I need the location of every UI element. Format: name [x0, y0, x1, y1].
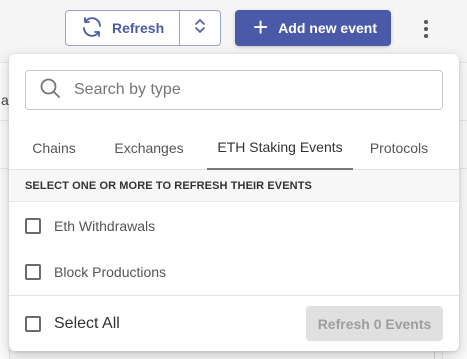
select-all-checkbox[interactable]: [25, 316, 41, 332]
eth-withdrawals-checkbox[interactable]: [25, 218, 41, 234]
app-stage: a Refresh + Add new event Search by type…: [0, 0, 467, 359]
events-toolbar: Refresh + Add new event: [65, 10, 391, 46]
more-options-icon[interactable]: [414, 17, 438, 41]
option-label: Block Productions: [54, 264, 167, 280]
refresh-button[interactable]: Refresh: [66, 11, 180, 45]
event-type-tabs: Chains Exchanges ETH Staking Events Prot…: [9, 126, 459, 170]
add-new-event-button[interactable]: + Add new event: [235, 10, 391, 46]
tab-chains[interactable]: Chains: [19, 126, 89, 170]
refresh-button-group: Refresh: [65, 10, 221, 46]
section-header: SELECT ONE OR MORE TO REFRESH THEIR EVEN…: [9, 170, 459, 202]
block-productions-checkbox[interactable]: [25, 264, 41, 280]
add-new-event-label: Add new event: [278, 20, 377, 36]
tab-protocols[interactable]: Protocols: [361, 126, 437, 170]
refresh-events-button[interactable]: Refresh 0 Events: [306, 306, 443, 341]
tab-exchanges[interactable]: Exchanges: [105, 126, 193, 170]
refresh-events-dropdown: Chains Exchanges ETH Staking Events Prot…: [9, 54, 459, 351]
expand-icon: [194, 17, 206, 40]
search-input[interactable]: [74, 81, 414, 99]
option-eth-withdrawals[interactable]: Eth Withdrawals: [25, 214, 155, 238]
refresh-icon: [80, 15, 104, 42]
tab-eth-staking-events[interactable]: ETH Staking Events: [207, 126, 353, 170]
option-label: Eth Withdrawals: [54, 218, 156, 234]
plus-icon: +: [253, 11, 269, 42]
background-text-fragment: a: [1, 92, 9, 108]
select-all-control[interactable]: Select All: [25, 312, 120, 336]
search-icon: [26, 76, 62, 105]
search-field: [25, 70, 443, 110]
refresh-button-label: Refresh: [112, 20, 165, 36]
select-all-label: Select All: [54, 315, 120, 332]
refresh-options-toggle[interactable]: [180, 11, 220, 45]
option-block-productions[interactable]: Block Productions: [25, 260, 166, 284]
dropdown-footer: Select All Refresh 0 Events: [9, 295, 459, 351]
